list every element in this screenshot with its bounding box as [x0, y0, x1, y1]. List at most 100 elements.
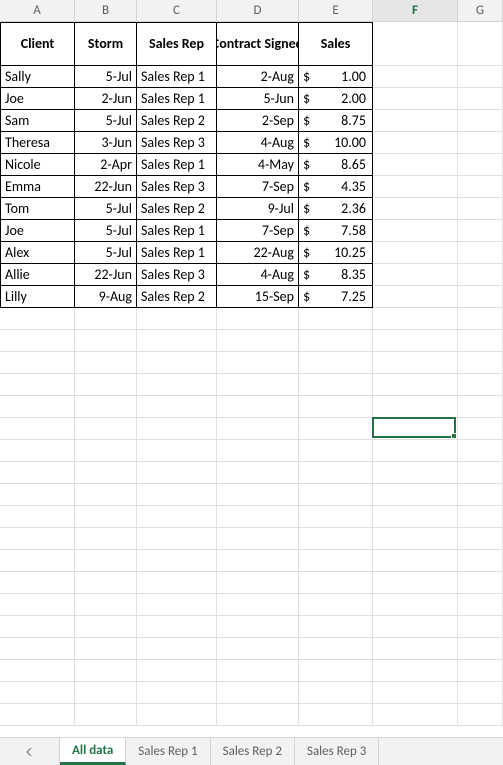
cell[interactable]: [137, 440, 217, 462]
cell[interactable]: [458, 528, 503, 550]
cell-sales-rep[interactable]: Sales Rep 1: [137, 66, 217, 88]
cell[interactable]: [137, 704, 217, 726]
cell-sales[interactable]: $7.25: [299, 286, 373, 308]
cell-contract-signed[interactable]: 4-Aug: [217, 264, 299, 286]
cell[interactable]: [217, 352, 299, 374]
cell-sales-rep[interactable]: Sales Rep 1: [137, 154, 217, 176]
cell[interactable]: [458, 374, 503, 396]
cell[interactable]: [299, 374, 373, 396]
cell[interactable]: [299, 528, 373, 550]
cell[interactable]: [373, 242, 458, 264]
cell-sales[interactable]: $7.58: [299, 220, 373, 242]
cell-contract-signed[interactable]: 22-Aug: [217, 242, 299, 264]
cell[interactable]: [75, 704, 137, 726]
cell-storm[interactable]: 5-Jul: [75, 242, 137, 264]
cell[interactable]: [137, 638, 217, 660]
cell-sales[interactable]: $2.00: [299, 88, 373, 110]
cell[interactable]: [373, 660, 458, 682]
cell[interactable]: [217, 704, 299, 726]
cell[interactable]: [75, 418, 137, 440]
cell[interactable]: [458, 352, 503, 374]
col-head-C[interactable]: C: [137, 0, 217, 21]
cell[interactable]: [373, 638, 458, 660]
col-head-A[interactable]: A: [0, 0, 75, 21]
cell[interactable]: [373, 22, 458, 66]
cell[interactable]: [137, 572, 217, 594]
cell[interactable]: [458, 286, 503, 308]
cell-contract-signed[interactable]: 2-Aug: [217, 66, 299, 88]
cell-client[interactable]: Allie: [0, 264, 75, 286]
cell[interactable]: [137, 528, 217, 550]
cell[interactable]: [75, 528, 137, 550]
cell[interactable]: [299, 440, 373, 462]
cell-storm[interactable]: 2-Apr: [75, 154, 137, 176]
cell[interactable]: [75, 484, 137, 506]
sheet-tab[interactable]: Sales Rep 2: [211, 738, 295, 765]
cell[interactable]: [0, 572, 75, 594]
cell[interactable]: [458, 308, 503, 330]
cell[interactable]: [373, 506, 458, 528]
cell-contract-signed[interactable]: 9-Jul: [217, 198, 299, 220]
cell-sales-rep[interactable]: Sales Rep 2: [137, 110, 217, 132]
cell-storm[interactable]: 5-Jul: [75, 66, 137, 88]
cell[interactable]: [0, 704, 75, 726]
cell-contract-signed[interactable]: 4-Aug: [217, 132, 299, 154]
cell[interactable]: [299, 418, 373, 440]
cell[interactable]: [137, 374, 217, 396]
cell[interactable]: [299, 594, 373, 616]
cell-sales-rep[interactable]: Sales Rep 2: [137, 286, 217, 308]
cell[interactable]: [373, 550, 458, 572]
cell[interactable]: [373, 572, 458, 594]
cell[interactable]: [75, 374, 137, 396]
cell-storm[interactable]: 22-Jun: [75, 264, 137, 286]
cell-sales[interactable]: $4.35: [299, 176, 373, 198]
cell[interactable]: [75, 616, 137, 638]
cell[interactable]: [75, 308, 137, 330]
cell-contract-signed[interactable]: 2-Sep: [217, 110, 299, 132]
cell[interactable]: [137, 352, 217, 374]
cell[interactable]: [0, 660, 75, 682]
col-head-D[interactable]: D: [217, 0, 299, 21]
cell[interactable]: [373, 220, 458, 242]
tab-nav-prev-icon[interactable]: [0, 738, 60, 765]
cell[interactable]: [458, 462, 503, 484]
cell[interactable]: [137, 550, 217, 572]
cell[interactable]: [373, 308, 458, 330]
cell[interactable]: [373, 616, 458, 638]
cell[interactable]: [0, 462, 75, 484]
col-head-F[interactable]: F: [373, 0, 458, 21]
cell-client[interactable]: Lilly: [0, 286, 75, 308]
header-sales[interactable]: Sales: [299, 22, 373, 66]
cell[interactable]: [217, 330, 299, 352]
cell[interactable]: [373, 264, 458, 286]
cell[interactable]: [373, 110, 458, 132]
cell[interactable]: [458, 88, 503, 110]
cell[interactable]: [458, 154, 503, 176]
cell[interactable]: [373, 682, 458, 704]
cell[interactable]: [373, 88, 458, 110]
cell[interactable]: [299, 572, 373, 594]
cell[interactable]: [217, 484, 299, 506]
cell[interactable]: [373, 594, 458, 616]
cell-client[interactable]: Tom: [0, 198, 75, 220]
cell[interactable]: [299, 550, 373, 572]
cell[interactable]: [0, 682, 75, 704]
cell-sales[interactable]: $10.00: [299, 132, 373, 154]
col-head-B[interactable]: B: [75, 0, 137, 21]
cell[interactable]: [299, 308, 373, 330]
cell-client[interactable]: Joe: [0, 88, 75, 110]
cell[interactable]: [458, 396, 503, 418]
cell[interactable]: [137, 660, 217, 682]
cell[interactable]: [137, 594, 217, 616]
cell[interactable]: [137, 396, 217, 418]
cell[interactable]: [217, 506, 299, 528]
cell-sales-rep[interactable]: Sales Rep 3: [137, 176, 217, 198]
cell[interactable]: [137, 616, 217, 638]
cell-sales[interactable]: $8.35: [299, 264, 373, 286]
cell[interactable]: [373, 66, 458, 88]
cell[interactable]: [458, 110, 503, 132]
cell[interactable]: [217, 616, 299, 638]
cell[interactable]: [137, 462, 217, 484]
cell[interactable]: [458, 132, 503, 154]
cell[interactable]: [458, 264, 503, 286]
